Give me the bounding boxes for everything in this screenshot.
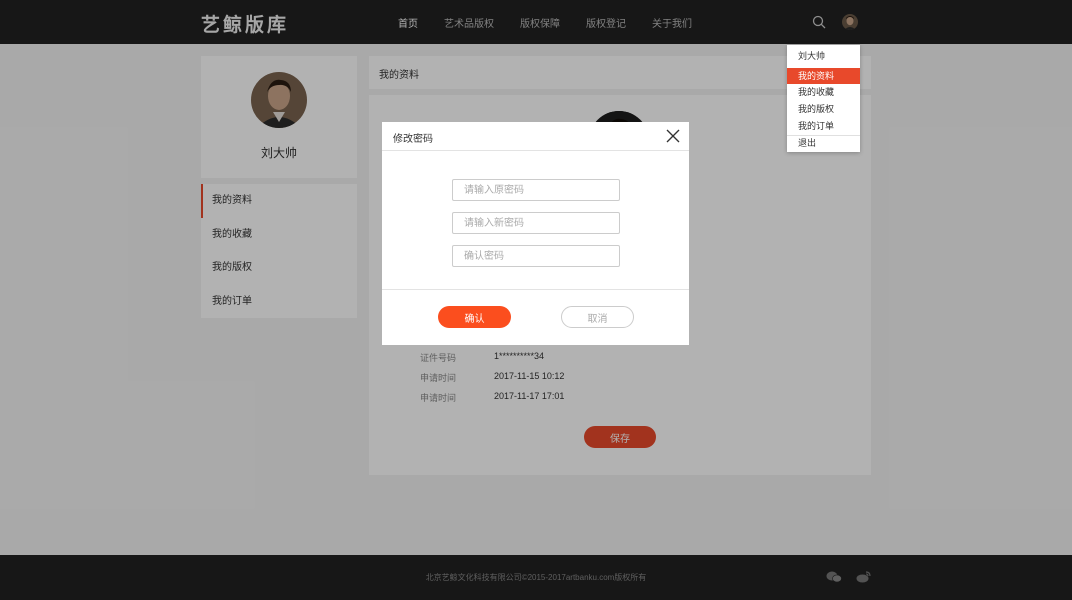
- close-icon[interactable]: [666, 129, 680, 143]
- cancel-button[interactable]: 取消: [561, 306, 634, 328]
- dropdown-item-my-profile[interactable]: 我的资料: [787, 68, 860, 84]
- dropdown-item-my-orders[interactable]: 我的订单: [787, 118, 860, 134]
- user-dropdown-menu: 刘大帅 我的资料 我的收藏 我的版权 我的订单 退出: [787, 45, 860, 152]
- confirm-button[interactable]: 确认: [438, 306, 511, 328]
- modal-title: 修改密码: [393, 134, 433, 145]
- dropdown-item-my-copyrights[interactable]: 我的版权: [787, 101, 860, 117]
- dropdown-item-my-favorites[interactable]: 我的收藏: [787, 84, 860, 100]
- modal-header-divider: [382, 150, 689, 151]
- dropdown-item-logout[interactable]: 退出: [787, 135, 860, 151]
- modal-footer-divider: [382, 289, 689, 290]
- change-password-modal: 修改密码 确认 取消: [382, 122, 689, 345]
- new-password-input[interactable]: [452, 212, 620, 234]
- dropdown-user-name: 刘大帅: [798, 51, 826, 61]
- confirm-password-input[interactable]: [452, 245, 620, 267]
- old-password-input[interactable]: [452, 179, 620, 201]
